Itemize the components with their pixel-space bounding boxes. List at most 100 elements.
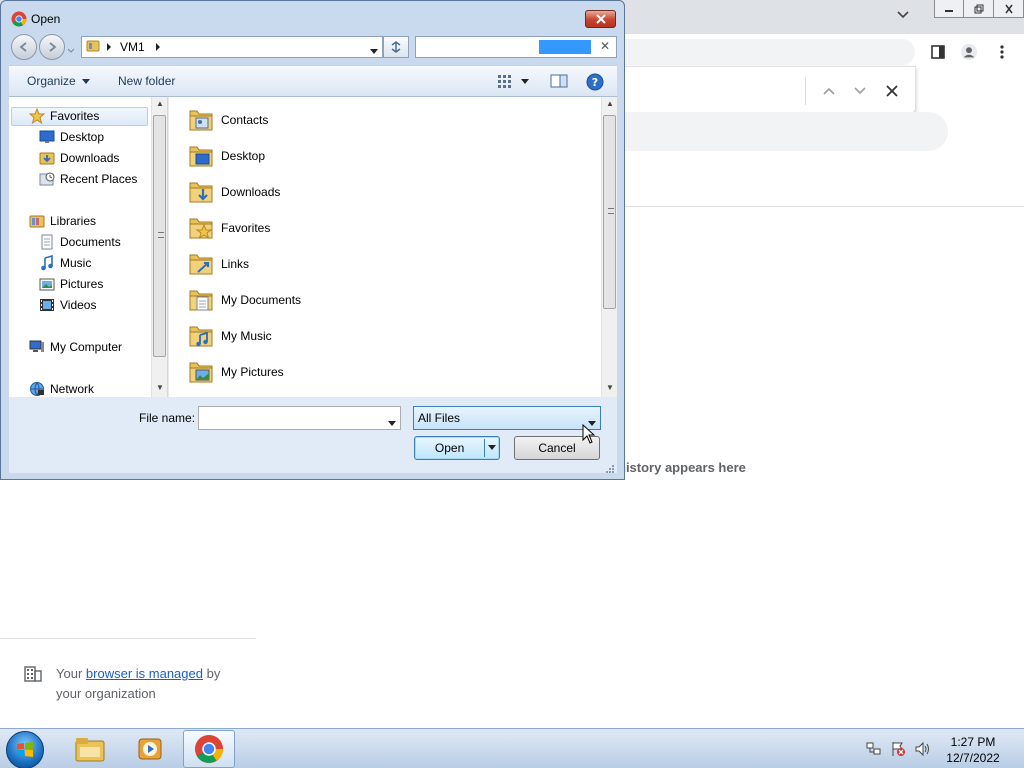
sidebar-item-desktop[interactable]: Desktop (39, 128, 104, 146)
file-name-label: File name: (139, 411, 196, 425)
minimize-button[interactable] (934, 0, 964, 18)
file-name-input[interactable] (198, 406, 401, 430)
taskbar-media-player[interactable] (124, 730, 176, 768)
search-highlight (539, 40, 591, 54)
file-name: Downloads (221, 185, 281, 199)
videos-icon (39, 297, 55, 313)
sidebar-item-favorites[interactable]: Favorites (29, 107, 99, 125)
chrome-menu-icon[interactable] (993, 43, 1011, 61)
profile-avatar-icon[interactable] (960, 43, 978, 61)
file-name: Desktop (221, 149, 266, 163)
start-button[interactable] (6, 731, 44, 768)
music-icon (39, 255, 55, 271)
sidebar-item-label: Favorites (50, 109, 100, 123)
clock-date: 12/7/2022 (946, 751, 1000, 765)
find-bar (600, 66, 916, 114)
sidebar-item-recent-places[interactable]: Recent Places (39, 170, 137, 188)
network-tray-icon[interactable] (866, 741, 882, 757)
file-list-scrollbar-thumb[interactable] (603, 115, 616, 309)
desktop-icon (39, 129, 55, 145)
history-empty-message: history appears here (618, 460, 746, 475)
back-button[interactable] (11, 34, 37, 60)
view-options-icon[interactable] (497, 73, 531, 92)
find-next-icon[interactable] (850, 81, 870, 101)
list-item[interactable]: Downloads (187, 175, 280, 209)
list-item[interactable]: My Pictures (187, 355, 284, 389)
sidebar-item-libraries[interactable]: Libraries (29, 212, 96, 230)
navigation-scrollbar-thumb[interactable] (153, 115, 166, 357)
breadcrumb[interactable]: VM1 (81, 36, 383, 58)
search-input[interactable]: ✕ (415, 36, 617, 58)
music-folder-icon (187, 322, 215, 350)
file-name: My Documents (221, 293, 302, 307)
find-previous-icon[interactable] (819, 81, 839, 101)
libraries-icon (29, 213, 45, 229)
sidebar-item-label: Downloads (60, 151, 120, 165)
forward-button[interactable] (39, 34, 65, 60)
chrome-window-controls (934, 0, 1024, 18)
chrome-icon (194, 734, 224, 764)
file-name-dropdown-icon[interactable] (388, 416, 396, 430)
open-options-dropdown-icon[interactable] (485, 445, 499, 451)
system-clock[interactable]: 1:27 PM 12/7/2022 (940, 734, 1006, 766)
list-item[interactable]: My Music (187, 319, 272, 353)
preview-pane-icon[interactable] (550, 73, 568, 92)
documents-icon (39, 234, 55, 250)
list-item[interactable]: Contacts (187, 103, 268, 137)
managed-browser-link[interactable]: browser is managed (86, 666, 203, 681)
refresh-button[interactable] (383, 36, 409, 58)
close-button[interactable] (994, 0, 1024, 18)
list-item[interactable]: Links (187, 247, 249, 281)
open-button[interactable]: Open (414, 436, 500, 460)
recent-locations-chevron-icon[interactable] (67, 43, 75, 57)
find-bar-divider (805, 77, 806, 105)
sidebar-item-label: Recent Places (60, 172, 138, 186)
clear-search-icon[interactable]: ✕ (600, 39, 610, 53)
sidebar-item-videos[interactable]: Videos (39, 296, 96, 314)
side-panel-icon[interactable] (929, 43, 947, 61)
breadcrumb-segment[interactable]: VM1 (120, 40, 145, 54)
computer-icon (29, 339, 45, 355)
sidebar-item-music[interactable]: Music (39, 254, 91, 272)
dialog-close-button[interactable] (585, 10, 616, 28)
taskbar-chrome[interactable] (183, 730, 235, 768)
navigation-scrollbar[interactable]: ▲ ▼ (151, 97, 167, 397)
file-type-select[interactable]: All Files (413, 406, 601, 430)
address-dropdown-icon[interactable] (370, 44, 378, 58)
sidebar-item-label: My Computer (50, 340, 123, 354)
sidebar-item-network[interactable]: Network (29, 380, 94, 397)
svg-text:?: ? (592, 76, 598, 89)
new-folder-button[interactable]: New folder (118, 74, 175, 88)
sidebar-item-documents[interactable]: Documents (39, 233, 121, 251)
help-icon[interactable]: ? (586, 73, 604, 94)
command-bar: Organize New folder ? (9, 65, 617, 97)
favorites-folder-icon (187, 214, 215, 242)
file-type-value: All Files (418, 411, 461, 425)
downloads-folder-icon (39, 150, 55, 166)
find-close-icon[interactable] (882, 81, 902, 101)
resize-grip-icon[interactable] (605, 463, 615, 477)
address-bar[interactable] (600, 39, 915, 65)
restore-button[interactable] (964, 0, 994, 18)
history-search-box[interactable] (600, 112, 948, 151)
pictures-icon (39, 276, 55, 292)
file-name: My Pictures (221, 365, 284, 379)
sidebar-item-my-computer[interactable]: My Computer (29, 338, 122, 356)
file-list-scrollbar[interactable]: ▲ ▼ (601, 97, 617, 397)
sidebar-item-label: Libraries (50, 214, 97, 228)
breadcrumb-arrow-icon[interactable] (106, 40, 112, 54)
list-item[interactable]: My Documents (187, 283, 301, 317)
list-item[interactable]: Favorites (187, 211, 270, 245)
list-item[interactable]: Desktop (187, 139, 265, 173)
media-player-icon (138, 738, 162, 760)
file-name: My Music (221, 329, 272, 343)
sidebar-item-downloads[interactable]: Downloads (39, 149, 119, 167)
volume-icon[interactable] (914, 741, 930, 757)
taskbar-explorer[interactable] (64, 730, 116, 768)
breadcrumb-arrow-icon[interactable] (155, 40, 161, 54)
contacts-folder-icon (187, 106, 215, 134)
sidebar-item-pictures[interactable]: Pictures (39, 275, 103, 293)
organize-menu[interactable]: Organize (27, 74, 91, 88)
action-center-icon[interactable] (890, 741, 906, 757)
tab-search-chevron-icon[interactable] (896, 8, 910, 25)
